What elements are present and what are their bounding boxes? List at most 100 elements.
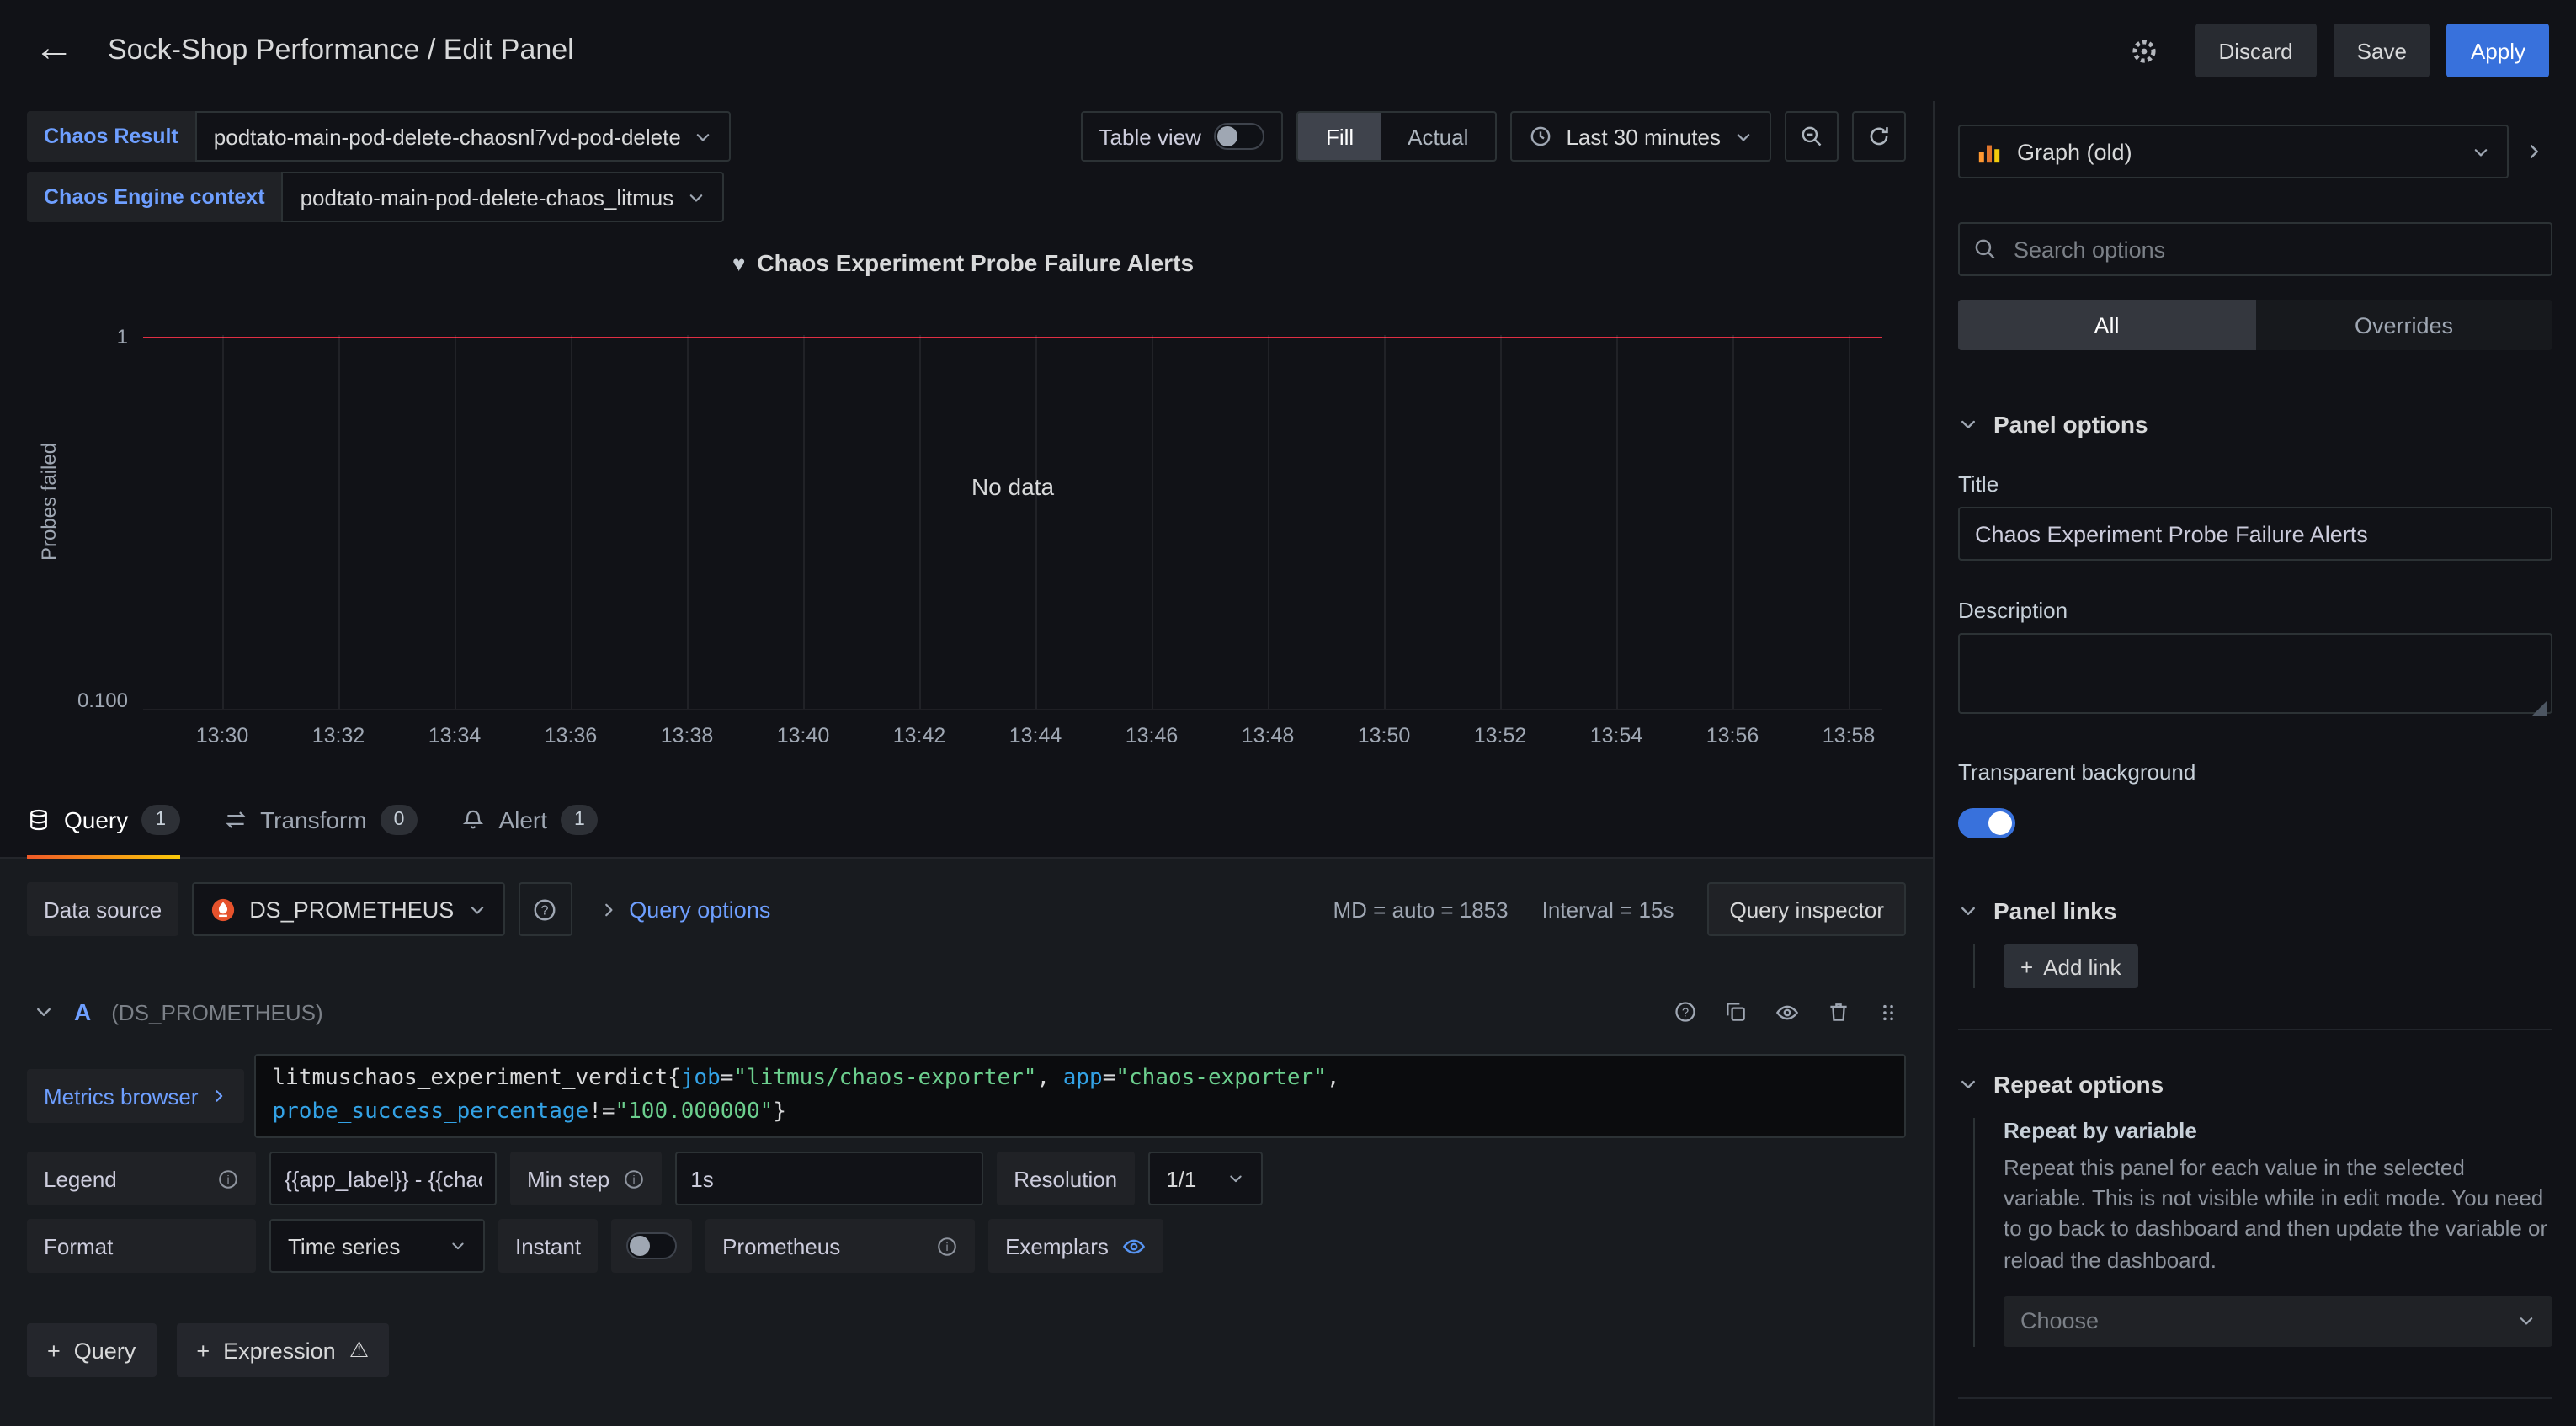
info-icon[interactable]: i <box>936 1235 958 1257</box>
panel-options-header[interactable]: Panel options <box>1958 411 2552 438</box>
back-arrow-icon[interactable]: ← <box>27 25 91 76</box>
drag-handle-icon[interactable] <box>1877 1001 1899 1023</box>
variable-value-dropdown[interactable]: podtato-main-pod-delete-chaosnl7vd-pod-d… <box>195 111 732 162</box>
panel-links-header[interactable]: Panel links <box>1958 897 2552 924</box>
query-row-actions: ? <box>1674 999 1899 1024</box>
duplicate-query-icon[interactable] <box>1724 1000 1748 1024</box>
min-step-field-label: Min step i <box>510 1152 662 1205</box>
gridline <box>338 335 340 709</box>
fill-actual-segment: Fill Actual <box>1297 111 1498 162</box>
gridline <box>919 335 921 709</box>
table-view-toggle[interactable] <box>1215 123 1265 150</box>
actual-button[interactable]: Actual <box>1381 113 1495 160</box>
transparent-background-toggle[interactable] <box>1958 808 2015 838</box>
gridline <box>1849 335 1850 709</box>
gridline <box>455 335 456 709</box>
tab-overrides[interactable]: Overrides <box>2255 300 2552 350</box>
tab-transform[interactable]: Transform 0 <box>223 781 418 857</box>
chevron-down-icon[interactable] <box>34 1002 54 1022</box>
metrics-browser-label: Metrics browser <box>44 1083 199 1109</box>
table-view-label: Table view <box>1099 124 1201 149</box>
add-expression-button[interactable]: + Expression ⚠ <box>176 1323 389 1377</box>
zoom-out-button[interactable] <box>1785 111 1839 162</box>
fill-button[interactable]: Fill <box>1299 113 1381 160</box>
variable-value: podtato-main-pod-delete-chaosnl7vd-pod-d… <box>214 124 681 149</box>
query-add-actions: + Query + Expression ⚠ <box>27 1323 1906 1377</box>
x-tick-label: 13:54 <box>1590 724 1643 748</box>
x-tick-label: 13:56 <box>1706 724 1759 748</box>
query-expression-row: Metrics browser litmuschaos_experiment_v… <box>27 1054 1906 1138</box>
bell-icon <box>461 807 485 831</box>
query-options-label: Query options <box>629 897 770 922</box>
alert-heart-icon: ♥ <box>732 250 745 275</box>
search-options-input[interactable] <box>1958 222 2552 276</box>
panel-title: Chaos Experiment Probe Failure Alerts <box>757 249 1194 276</box>
format-dropdown[interactable]: Time series <box>269 1219 485 1273</box>
datasource-help-button[interactable]: ? <box>518 882 572 936</box>
zoom-out-icon <box>1800 125 1823 148</box>
add-query-button[interactable]: + Query <box>27 1323 156 1377</box>
collapse-sidebar-chevron-icon[interactable] <box>2515 125 2552 178</box>
resize-handle[interactable] <box>2532 700 2547 716</box>
query-row-header[interactable]: A (DS_PROMETHEUS) ? <box>27 987 1906 1037</box>
chevron-down-icon <box>1958 414 1978 434</box>
repeat-options-header[interactable]: Repeat options <box>1958 1071 2552 1098</box>
legend-input[interactable] <box>269 1152 497 1205</box>
plus-icon: + <box>47 1338 61 1363</box>
gridline <box>1616 335 1618 709</box>
tab-label: Alert <box>498 806 547 833</box>
no-data-message: No data <box>971 473 1054 500</box>
tab-count-badge: 0 <box>381 804 418 834</box>
save-button[interactable]: Save <box>2334 24 2430 77</box>
query-editor-section: Data source DS_PROMETHEUS ? Query option… <box>0 859 1933 1426</box>
apply-button[interactable]: Apply <box>2447 24 2549 77</box>
time-range-picker[interactable]: Last 30 minutes <box>1510 111 1771 162</box>
refresh-button[interactable] <box>1852 111 1906 162</box>
panel-view-controls: Table view Fill Actual Last 30 minutes <box>1081 111 1906 162</box>
exemplars-eye-icon[interactable] <box>1122 1233 1147 1258</box>
tab-all[interactable]: All <box>1958 300 2255 350</box>
min-step-input[interactable] <box>675 1152 983 1205</box>
resolution-dropdown[interactable]: 1/1 <box>1147 1152 1262 1205</box>
panel-title-bar[interactable]: ♥ Chaos Experiment Probe Failure Alerts <box>34 242 1892 283</box>
info-icon[interactable]: i <box>217 1168 239 1189</box>
datasource-picker[interactable]: DS_PROMETHEUS <box>192 882 504 936</box>
instant-toggle[interactable] <box>626 1232 677 1259</box>
disable-query-eye-icon[interactable] <box>1775 999 1800 1024</box>
discard-button[interactable]: Discard <box>2195 24 2317 77</box>
variable-chaos-result: Chaos Result podtato-main-pod-delete-cha… <box>27 111 732 162</box>
gridline <box>1732 335 1734 709</box>
query-options-collapsible[interactable]: Query options <box>599 897 770 922</box>
delete-query-trash-icon[interactable] <box>1827 1000 1850 1024</box>
x-tick-label: 13:38 <box>661 724 714 748</box>
help-icon[interactable]: ? <box>1674 1000 1697 1024</box>
panel-title-input[interactable] <box>1958 507 2552 561</box>
tab-alert[interactable]: Alert 1 <box>461 781 598 857</box>
panel-links-content: + Add link <box>1973 944 2552 988</box>
x-tick-label: 13:44 <box>1009 724 1062 748</box>
search-icon <box>1973 237 1997 261</box>
transparent-background-label: Transparent background <box>1958 759 2552 785</box>
warning-triangle-icon: ⚠ <box>349 1337 369 1364</box>
query-row-A: A (DS_PROMETHEUS) ? Metrics browser <box>27 987 1906 1273</box>
tab-query[interactable]: Query 1 <box>27 781 179 857</box>
tab-label: Transform <box>260 806 367 833</box>
grafana-edit-panel: ← Sock-Shop Performance / Edit Panel Dis… <box>0 0 2576 1426</box>
variable-value-dropdown[interactable]: podtato-main-pod-delete-chaos_litmus <box>282 172 725 222</box>
visualization-picker[interactable]: Graph (old) <box>1958 125 2509 178</box>
query-inspector-button[interactable]: Query inspector <box>1707 882 1906 936</box>
table-view-control[interactable]: Table view <box>1081 111 1284 162</box>
title-field-label: Title <box>1958 471 2552 497</box>
settings-gear-icon[interactable] <box>2120 26 2169 75</box>
info-icon[interactable]: i <box>623 1168 645 1189</box>
add-link-button[interactable]: + Add link <box>2004 944 2138 988</box>
panel-description-textarea[interactable] <box>1958 633 2552 714</box>
divider <box>1958 1397 2552 1399</box>
chevron-down-icon <box>450 1237 466 1254</box>
promql-expression[interactable]: litmuschaos_experiment_verdict{job="litm… <box>254 1054 1907 1138</box>
options-sidebar: Graph (old) All Overrides Panel options <box>1935 101 2576 1426</box>
x-tick-label: 13:46 <box>1126 724 1179 748</box>
metrics-browser-button[interactable]: Metrics browser <box>27 1069 244 1123</box>
repeat-variable-select[interactable]: Choose <box>2004 1296 2552 1347</box>
plot-area[interactable]: 1 0.100 No data <box>143 335 1882 710</box>
